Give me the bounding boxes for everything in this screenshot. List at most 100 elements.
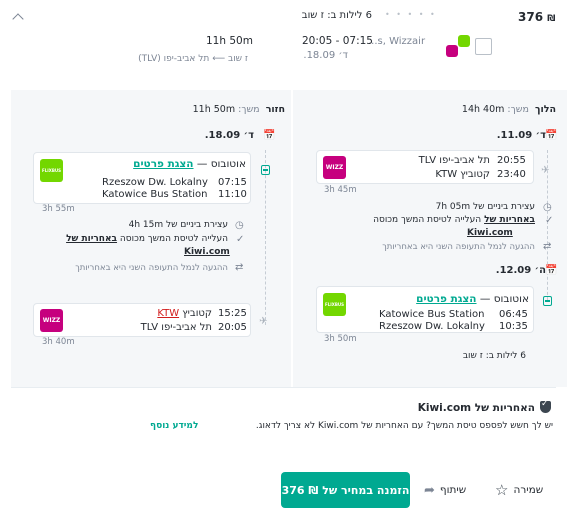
header-price: 376 ₪ — [518, 10, 555, 24]
star-icon: ☆ — [495, 481, 509, 499]
outbound-terminal-note: ההגעה לנמל התעופה השני היא באחריותך — [382, 242, 535, 252]
self-transfer-text: העלייה לטיסת המשך מכוסה — [373, 215, 482, 225]
outbound-self-transfer: באחריות של העלייה לטיסת המשך מכוסה — [318, 215, 535, 225]
header-route: ז שוב ⟵ תל אביב-יפו (TLV) — [132, 54, 248, 64]
dep-place-prefix: קטוביץ — [182, 308, 212, 319]
arr-time: 11:10 — [218, 189, 247, 200]
header-outbound-date: ד׳ 18.09. — [303, 50, 348, 61]
dep-place: קטוביץ KTW — [104, 308, 212, 319]
outbound-flight-duration: 3h 45m — [324, 185, 357, 195]
check-icon: ✓ — [545, 215, 554, 226]
guarantee-link[interactable]: באחריות של — [484, 215, 535, 225]
save-button[interactable]: ☆ שמירה — [495, 480, 543, 500]
calendar-icon: 📅 — [545, 265, 558, 276]
outbound-header: הלוך משך: 14h 40m — [440, 104, 556, 115]
book-button[interactable]: הזמנה במחיר של ₪ 376 — [281, 472, 410, 508]
guarantee-title: האחריות של Kiwi.com — [417, 402, 535, 414]
book-price: ₪ 376 — [281, 483, 319, 497]
wizzair-logo-icon: WIZZ — [40, 309, 63, 332]
collapse-chevron-icon[interactable] — [12, 13, 24, 25]
outbound-layover-title: עצירת ביניים של 7h 05m — [435, 202, 535, 212]
return-duration: 11h 50m — [192, 104, 236, 115]
guarantee-link[interactable]: באחריות של — [66, 234, 117, 244]
arr-place: Rzeszow Dw. Lokalny — [379, 321, 485, 332]
duration-label: משך: — [238, 104, 260, 115]
return-bus-title: אוטובוס — הצגת פרטים — [74, 158, 246, 170]
plane-icon: ✈ — [541, 165, 550, 176]
outbound-bus-duration: 3h 50m — [324, 334, 357, 344]
dep-time: 07:15 — [218, 177, 247, 188]
arr-time: 20:05 — [218, 322, 247, 333]
calendar-icon: 📅 — [545, 130, 558, 141]
share-icon: ➦ — [424, 482, 435, 498]
return-header: חזור משך: 11h 50m — [170, 104, 285, 115]
return-bus-duration: 3h 55m — [42, 204, 75, 214]
check-icon: ✓ — [236, 234, 245, 245]
show-details-link[interactable]: הצגת פרטים — [133, 158, 193, 170]
outbound-date: ד׳ 11.09. — [496, 130, 546, 141]
flixbus-logo-icon — [458, 35, 470, 47]
self-transfer-text: העלייה לטיסת המשך מכוסה — [119, 234, 228, 244]
flixbus-logo-icon: FLIXBUS — [40, 159, 63, 182]
return-direction: חזור — [265, 104, 285, 115]
learn-more-link[interactable]: למידע נוסף — [150, 421, 243, 431]
return-flight-duration: 3h 40m — [42, 337, 75, 347]
dep-time: 15:25 — [218, 308, 247, 319]
outbound-nights-note: 6 לילות ב: ז שוב — [462, 351, 526, 361]
show-details-link[interactable]: הצגת פרטים — [416, 293, 476, 305]
return-timeline — [265, 150, 266, 325]
transfer-arrows-icon: ⇄ — [543, 241, 552, 252]
clock-icon: ◷ — [543, 202, 552, 213]
plane-icon: ✈ — [259, 316, 268, 327]
outbound-flight-card[interactable]: WIZZ 20:55 תל אביב-יפו TLV 23:40 קטוביץ … — [316, 150, 534, 184]
header-nights: 6 לילות ב: ז שוב — [301, 10, 372, 21]
header-carriers: ...s, Wizzair — [368, 36, 426, 47]
wizzair-logo-icon — [446, 45, 458, 57]
divider — [11, 387, 556, 388]
book-label: הזמנה במחיר של — [322, 483, 410, 497]
dep-place: Rzeszow Dw. Lokalny — [102, 177, 208, 188]
return-self-transfer: העלייה לטיסת המשך מכוסה באחריות של — [36, 234, 228, 244]
header-outbound-time: 20:05 - 07:15 — [302, 35, 373, 47]
header-duration: 11h 50m — [206, 35, 253, 47]
arr-time: 10:35 — [499, 321, 528, 332]
arrow-route-icon: ⟵ — [212, 54, 226, 64]
return-date: ד׳ 18.09. — [204, 130, 254, 141]
dep-code-link[interactable]: KTW — [157, 308, 179, 319]
price-value: 376 — [518, 10, 544, 24]
dots-separator: • • • • • — [385, 10, 437, 19]
clock-icon: ◷ — [235, 220, 244, 231]
dep-place: Katowice Bus Station — [379, 309, 485, 320]
arr-time: 23:40 — [497, 169, 526, 180]
arr-place: תל אביב-יפו TLV — [140, 322, 212, 333]
outbound-bus-card[interactable]: FLIXBUS אוטובוס — הצגת פרטים 06:45 Katow… — [316, 286, 534, 333]
duration-label: משך: — [507, 104, 529, 115]
dep-time: 20:55 — [497, 155, 526, 166]
outbound-date2: ה׳ 12.09. — [495, 265, 546, 276]
return-bus-card[interactable]: FLIXBUS אוטובוס — הצגת פרטים 07:15 Rzesz… — [33, 152, 251, 204]
bus-icon — [261, 165, 270, 175]
kiwi-link[interactable]: Kiwi.com — [184, 247, 230, 257]
flixbus-logo-icon: FLIXBUS — [323, 293, 346, 316]
bus-title-prefix: אוטובוס — — [479, 293, 529, 305]
transfer-arrows-icon: ⇄ — [235, 262, 244, 273]
arr-place: קטוביץ KTW — [435, 169, 490, 180]
return-flight-card[interactable]: WIZZ 15:25 קטוביץ KTW 20:05 תל אביב-יפו … — [33, 303, 251, 337]
dep-place: תל אביב-יפו TLV — [418, 155, 490, 166]
dep-time: 06:45 — [499, 309, 528, 320]
outbound-direction: הלוך — [534, 104, 556, 115]
return-terminal-note: ההגעה לנמל התעופה השני היא באחריותך — [75, 263, 228, 273]
bus-title-prefix: אוטובוס — — [196, 158, 246, 170]
select-checkbox[interactable] — [475, 38, 492, 55]
kiwi-link[interactable]: Kiwi.com — [467, 228, 513, 238]
wizzair-logo-icon: WIZZ — [323, 156, 346, 179]
outbound-duration: 14h 40m — [461, 104, 505, 115]
return-layover-title: עצירת ביניים של 4h 15m — [128, 220, 228, 230]
shield-check-icon — [540, 399, 551, 413]
route-to: ז שוב — [227, 54, 248, 64]
save-label: שמירה — [513, 484, 544, 496]
share-label: שיתוף — [439, 484, 467, 496]
share-button[interactable]: ➦ שיתוף — [424, 480, 466, 500]
currency-symbol: ₪ — [547, 14, 556, 24]
arr-place: Katowice Bus Station — [102, 189, 208, 200]
